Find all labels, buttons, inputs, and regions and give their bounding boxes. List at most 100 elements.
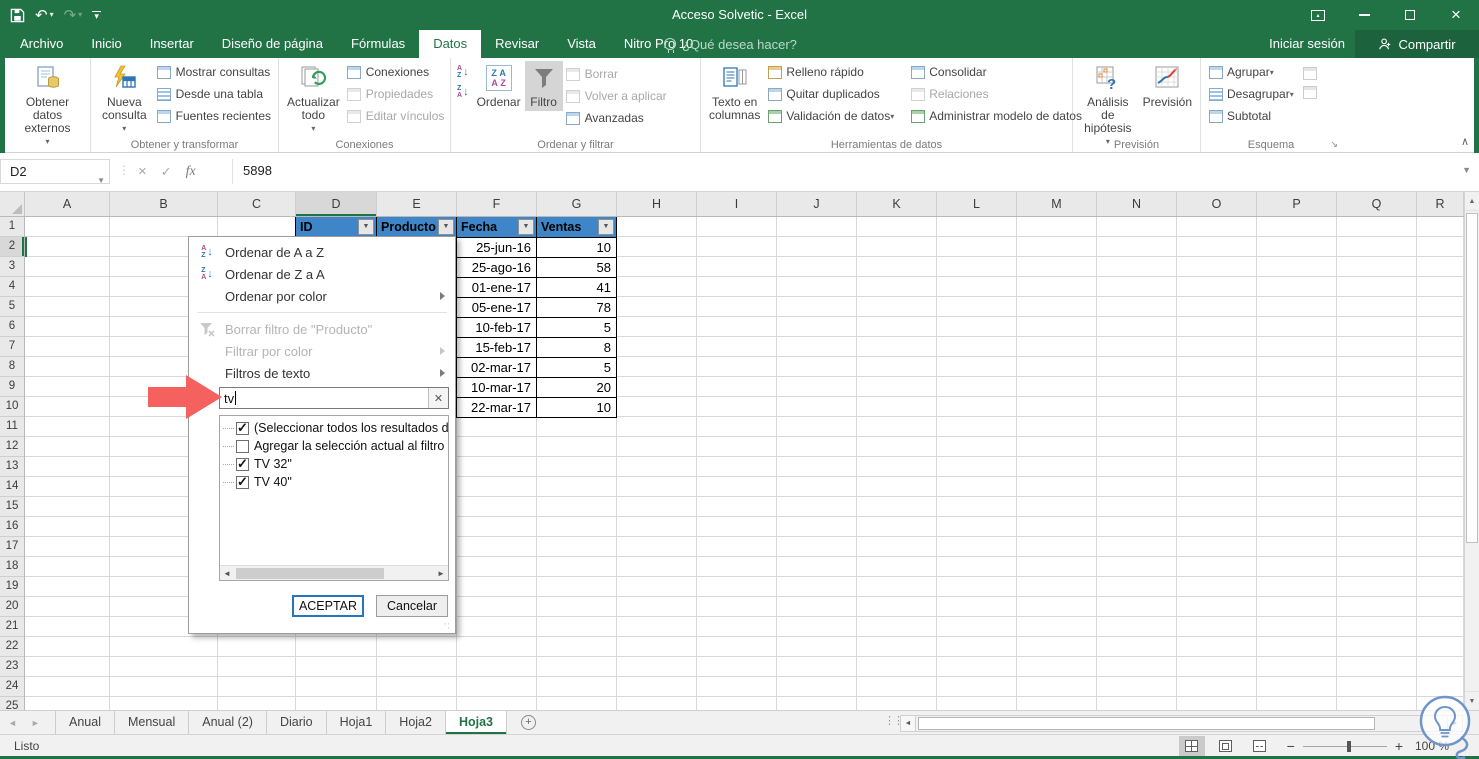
checkbox-checked-icon[interactable] bbox=[236, 456, 249, 472]
scroll-right-icon[interactable]: ► bbox=[434, 569, 448, 578]
relaciones-button[interactable]: Relaciones bbox=[907, 83, 1085, 105]
table-cell-ventas[interactable]: 5 bbox=[536, 317, 617, 338]
clear-search-icon[interactable]: ✕ bbox=[428, 388, 448, 408]
list-horizontal-scrollbar[interactable]: ◄ ► bbox=[220, 565, 448, 580]
dialog-launcher-icon[interactable]: ↘ bbox=[1330, 139, 1338, 150]
ribbon-tab-insertar[interactable]: Insertar bbox=[136, 30, 208, 58]
row-header-8[interactable]: 8 bbox=[0, 357, 24, 377]
ribbon-tab-vista[interactable]: Vista bbox=[553, 30, 610, 58]
sort-asc-button[interactable]: A Z ↓ bbox=[457, 65, 469, 79]
row-header-14[interactable]: 14 bbox=[0, 477, 24, 497]
ribbon-tab-archivo[interactable]: Archivo bbox=[6, 30, 77, 58]
row-header-18[interactable]: 18 bbox=[0, 557, 24, 577]
page-layout-view-button[interactable] bbox=[1213, 736, 1239, 756]
row-header-24[interactable]: 24 bbox=[0, 677, 24, 697]
column-header-A[interactable]: A bbox=[25, 192, 110, 216]
filter-menu-item-borrar-filtro-de-producto[interactable]: Borrar filtro de "Producto" bbox=[189, 318, 455, 340]
ribbon-tab-inicio[interactable]: Inicio bbox=[77, 30, 135, 58]
column-header-O[interactable]: O bbox=[1177, 192, 1257, 216]
table-cell-fecha[interactable]: 25-jun-16 bbox=[456, 237, 537, 258]
column-header-G[interactable]: G bbox=[537, 192, 617, 216]
table-cell-ventas[interactable]: 20 bbox=[536, 377, 617, 398]
filter-dropdown-icon[interactable]: ▼ bbox=[358, 219, 374, 235]
volver-a-aplicar-button[interactable]: Volver a aplicar bbox=[563, 85, 670, 107]
insert-function-icon[interactable]: fx bbox=[186, 164, 196, 180]
table-cell-ventas[interactable]: 78 bbox=[536, 297, 617, 318]
ribbon-tab-revisar[interactable]: Revisar bbox=[481, 30, 553, 58]
filter-menu-item-ordenar-de-a-a-z[interactable]: A Z ↓ Ordenar de A a Z bbox=[189, 241, 455, 263]
filter-menu-item-filtros-de-texto[interactable]: Filtros de texto bbox=[189, 362, 455, 384]
new-sheet-button[interactable]: + bbox=[521, 715, 537, 730]
table-cell-fecha[interactable]: 22-mar-17 bbox=[456, 397, 537, 418]
column-header-L[interactable]: L bbox=[937, 192, 1017, 216]
row-header-25[interactable]: 25 bbox=[0, 697, 24, 710]
sort-button[interactable]: Z AA Z Ordenar bbox=[473, 61, 525, 111]
column-header-J[interactable]: J bbox=[777, 192, 857, 216]
column-header-N[interactable]: N bbox=[1097, 192, 1177, 216]
row-header-23[interactable]: 23 bbox=[0, 657, 24, 677]
filter-checklist-item-3[interactable]: TV 40" bbox=[220, 473, 448, 491]
row-header-15[interactable]: 15 bbox=[0, 497, 24, 517]
table-cell-fecha[interactable]: 10-feb-17 bbox=[456, 317, 537, 338]
filter-dropdown-icon[interactable]: ▼ bbox=[598, 219, 614, 235]
filter-dropdown-icon[interactable]: ▼ bbox=[438, 219, 454, 235]
filter-menu-item-ordenar-por-color[interactable]: Ordenar por color bbox=[189, 285, 455, 307]
table-cell-fecha[interactable]: 05-ene-17 bbox=[456, 297, 537, 318]
sheet-tab-diario[interactable]: Diario bbox=[267, 711, 327, 734]
expand-formula-bar-icon[interactable]: ▼ bbox=[1462, 165, 1471, 175]
filter-menu-item-ordenar-de-z-a-a[interactable]: Z A ↓ Ordenar de Z a A bbox=[189, 263, 455, 285]
get-external-data-button[interactable]: Obtener datos externos ▾ bbox=[9, 61, 86, 150]
fuentes-recientes-button[interactable]: Fuentes recientes bbox=[154, 105, 274, 127]
table-cell-fecha[interactable]: 02-mar-17 bbox=[456, 357, 537, 378]
table-cell-fecha[interactable]: 15-feb-17 bbox=[456, 337, 537, 358]
column-header-D[interactable]: D bbox=[296, 192, 377, 216]
ribbon-tab-f-rmulas[interactable]: Fórmulas bbox=[337, 30, 419, 58]
sign-in-button[interactable]: Iniciar sesión bbox=[1269, 30, 1345, 58]
borrar-button[interactable]: Borrar bbox=[563, 63, 670, 85]
row-header-19[interactable]: 19 bbox=[0, 577, 24, 597]
maximize-icon[interactable] bbox=[1387, 0, 1433, 30]
table-cell-ventas[interactable]: 10 bbox=[536, 397, 617, 418]
table-cell-fecha[interactable]: 10-mar-17 bbox=[456, 377, 537, 398]
column-header-M[interactable]: M bbox=[1017, 192, 1097, 216]
relleno-r-pido-button[interactable]: Relleno rápido bbox=[764, 61, 897, 83]
resize-grip[interactable]: ∙∙ ∙ bbox=[444, 620, 452, 632]
hscroll-track[interactable] bbox=[916, 714, 1447, 732]
select-all-corner[interactable] bbox=[0, 192, 25, 216]
confirm-entry-icon[interactable]: ✓ bbox=[161, 164, 172, 180]
row-header-17[interactable]: 17 bbox=[0, 537, 24, 557]
sheet-tab-hoja2[interactable]: Hoja2 bbox=[386, 711, 446, 734]
horizontal-scrollbar[interactable]: ◄ ► bbox=[900, 714, 1463, 732]
worksheet-grid[interactable]: 1 2 3 4 5 6 7 8 9 10 11 12 13 14 15 16 17 18 19 20 21 22 23 24 2… bbox=[0, 217, 1464, 710]
column-header-P[interactable]: P bbox=[1257, 192, 1337, 216]
row-header-12[interactable]: 12 bbox=[0, 437, 24, 457]
ribbon-display-options-icon[interactable]: ▴ bbox=[1295, 0, 1341, 30]
close-icon[interactable]: × bbox=[1433, 0, 1479, 30]
normal-view-button[interactable] bbox=[1178, 736, 1205, 756]
row-header-5[interactable]: 5 bbox=[0, 297, 24, 317]
table-cell-ventas[interactable]: 58 bbox=[536, 257, 617, 278]
checkbox-checked-icon[interactable] bbox=[236, 420, 249, 436]
row-header-1[interactable]: 1 bbox=[0, 217, 24, 237]
redo-button[interactable]: ↷ ▾ bbox=[64, 8, 83, 23]
consolidar-button[interactable]: Consolidar bbox=[907, 61, 1085, 83]
table-cell-ventas[interactable]: 10 bbox=[536, 237, 617, 258]
minimize-icon[interactable] bbox=[1341, 0, 1387, 30]
collapse-ribbon-icon[interactable]: ∧ bbox=[1461, 135, 1469, 148]
quitar-duplicados-button[interactable]: Quitar duplicados bbox=[764, 83, 897, 105]
row-header-10[interactable]: 10 bbox=[0, 397, 24, 417]
mostrar-consultas-button[interactable]: Mostrar consultas bbox=[154, 61, 274, 83]
sheet-tab-anual-2[interactable]: Anual (2) bbox=[189, 711, 267, 734]
refresh-all-button[interactable]: Actualizar todo ▾ bbox=[283, 61, 344, 137]
next-sheet-icon[interactable]: ► bbox=[31, 718, 40, 728]
checkbox-checked-icon[interactable] bbox=[236, 474, 249, 490]
sheet-tab-mensual[interactable]: Mensual bbox=[115, 711, 190, 734]
aceptar-button[interactable]: ACEPTAR bbox=[292, 595, 364, 617]
formula-input[interactable]: 5898 bbox=[232, 159, 1453, 184]
undo-button[interactable]: ↶ ▾ bbox=[35, 8, 54, 23]
sheet-tab-anual[interactable]: Anual bbox=[55, 711, 115, 734]
table-cell-ventas[interactable]: 8 bbox=[536, 337, 617, 358]
prev-sheet-icon[interactable]: ◄ bbox=[8, 718, 17, 728]
column-header-R[interactable]: R bbox=[1417, 192, 1464, 216]
desde-una-tabla-button[interactable]: Desde una tabla bbox=[154, 83, 274, 105]
